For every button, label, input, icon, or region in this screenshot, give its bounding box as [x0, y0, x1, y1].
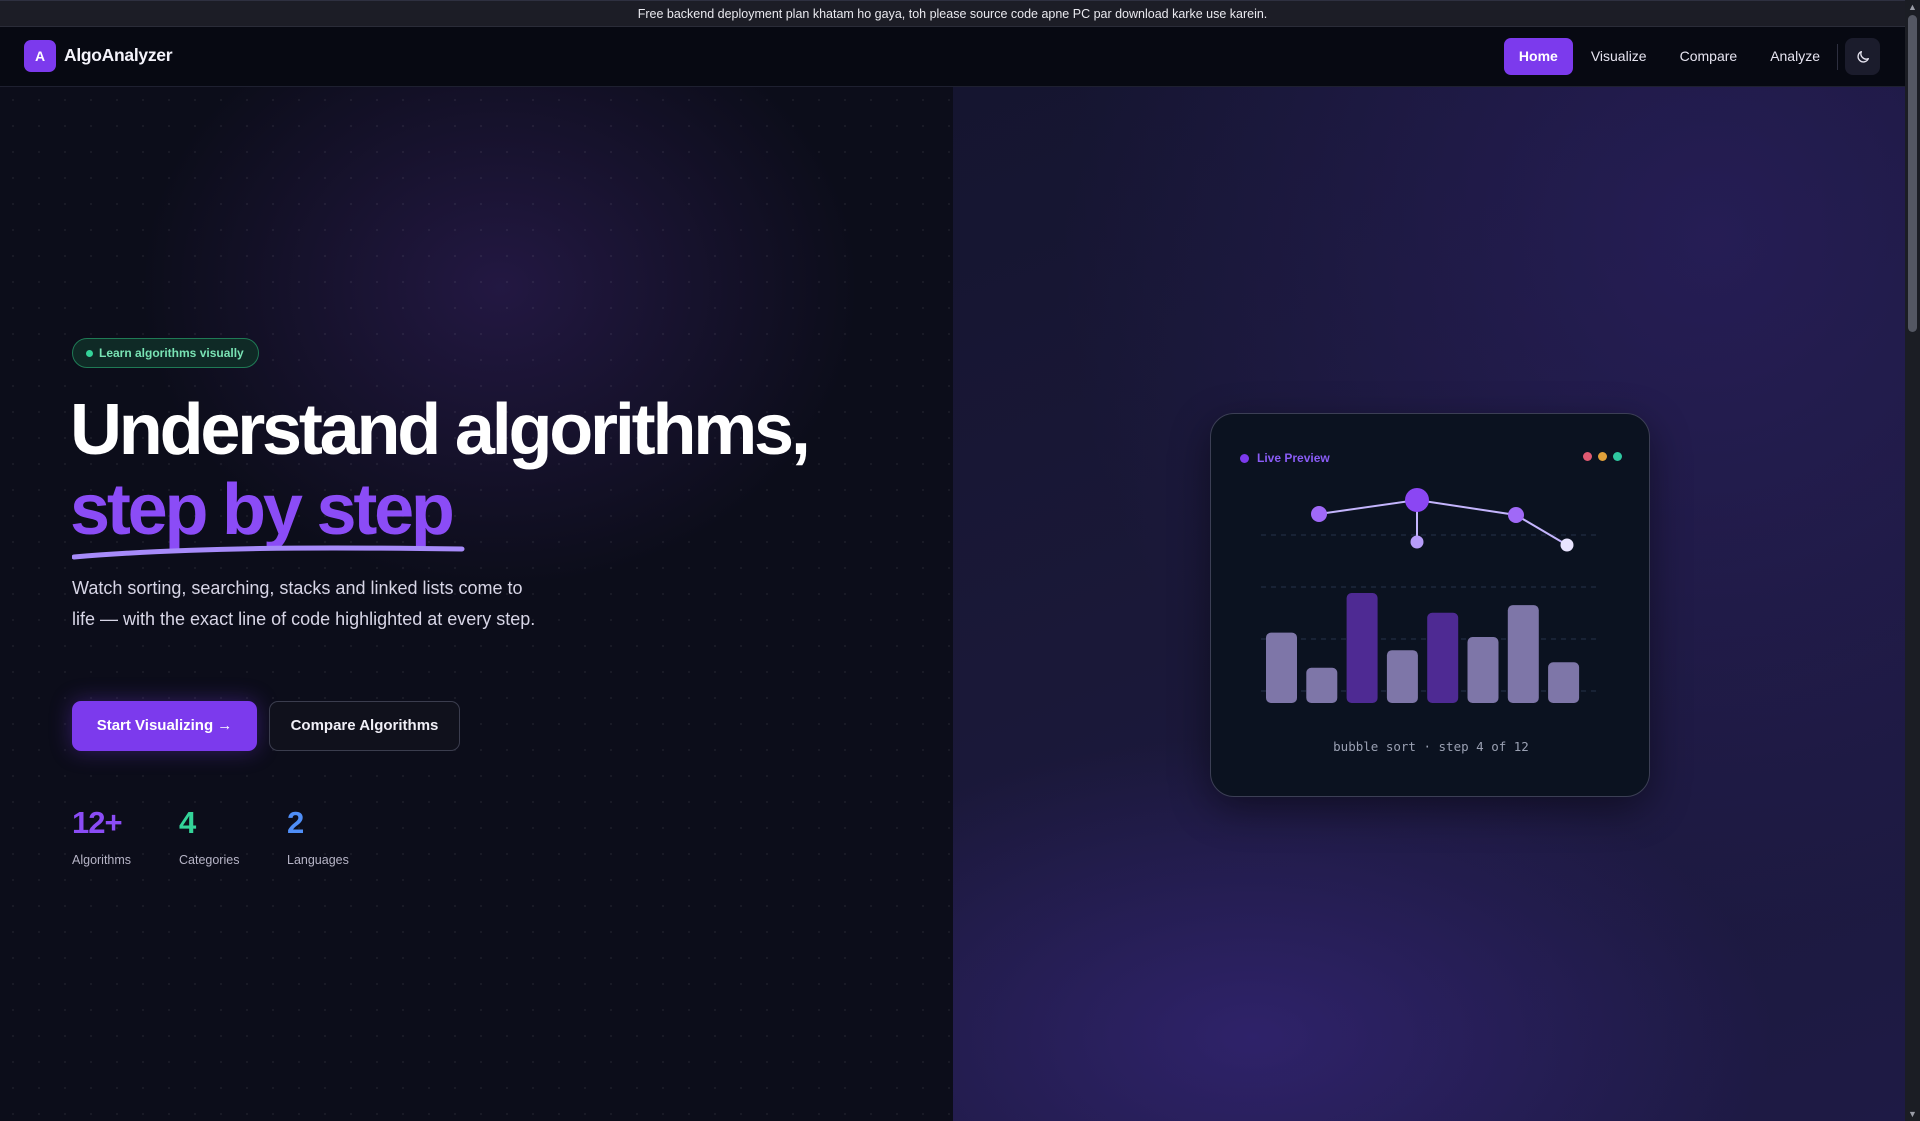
- nav-divider: [1837, 44, 1838, 70]
- scroll-down-arrow-icon[interactable]: ▼: [1905, 1107, 1920, 1121]
- start-visualizing-button[interactable]: Start Visualizing →: [72, 701, 257, 751]
- theme-toggle-button[interactable]: [1845, 38, 1880, 75]
- stat-categories: 4 Categories: [179, 805, 239, 867]
- tree-graphic: [1311, 488, 1574, 552]
- badge-dot-icon: [86, 350, 93, 357]
- hero-title-highlight: step by step: [70, 470, 455, 550]
- stat-label: Languages: [287, 853, 349, 867]
- announcement-banner: Free backend deployment plan khatam ho g…: [0, 0, 1905, 27]
- hero-title: Understand algorithms,: [70, 390, 811, 470]
- window-dot-yellow-icon: [1598, 452, 1607, 461]
- live-preview-card: Live Preview bubble sort · step 4 of 12: [1210, 413, 1650, 797]
- hero-badge: Learn algorithms visually: [72, 338, 259, 368]
- array-bar: [1467, 637, 1499, 703]
- main-nav: Home Visualize Compare Analyze: [1501, 38, 1835, 75]
- array-bar: [1507, 605, 1539, 703]
- preview-caption: bubble sort · step 4 of 12: [1333, 739, 1529, 754]
- stat-value: 2: [287, 805, 304, 840]
- window-dot-green-icon: [1613, 452, 1622, 461]
- stat-algorithms: 12+ Algorithms: [72, 805, 131, 867]
- vertical-scrollbar[interactable]: ▲ ▼: [1905, 0, 1920, 1121]
- brand-name[interactable]: AlgoAnalyzer: [64, 45, 173, 66]
- compare-algorithms-button[interactable]: Compare Algorithms: [269, 701, 460, 751]
- title-underline-decoration: [72, 545, 465, 560]
- preview-title: Live Preview: [1257, 451, 1330, 465]
- nav-home[interactable]: Home: [1503, 38, 1573, 75]
- stat-value: 4: [179, 805, 196, 840]
- stat-value: 12+: [72, 805, 123, 840]
- array-bar: [1427, 612, 1459, 703]
- hero-subtitle: Watch sorting, searching, stacks and lin…: [72, 578, 536, 629]
- hero-right-panel: Live Preview bubble sort · step 4 of 12: [953, 87, 1905, 1121]
- tree-node: [1311, 506, 1327, 522]
- array-bar: [1346, 593, 1378, 703]
- top-navbar: A AlgoAnalyzer Home Visualize Compare An…: [0, 27, 1905, 87]
- bar-chart: [1266, 593, 1580, 703]
- tree-node: [1560, 538, 1574, 552]
- hero-left-panel: Learn algorithms visually Understand alg…: [0, 87, 953, 1121]
- array-bar: [1266, 632, 1297, 703]
- tree-node: [1410, 535, 1424, 549]
- array-bar: [1306, 667, 1338, 703]
- tree-edges: [1318, 498, 1568, 546]
- array-bar: [1386, 650, 1418, 703]
- scroll-up-arrow-icon[interactable]: ▲: [1905, 0, 1920, 14]
- scroll-thumb[interactable]: [1908, 15, 1917, 332]
- live-indicator-icon: [1240, 454, 1249, 463]
- nav-visualize[interactable]: Visualize: [1576, 38, 1662, 75]
- moon-icon: [1856, 50, 1869, 63]
- nav-compare[interactable]: Compare: [1665, 38, 1753, 75]
- tree-node-root: [1405, 488, 1429, 512]
- stat-languages: 2 Languages: [287, 805, 349, 867]
- window-dot-red-icon: [1583, 452, 1592, 461]
- logo-icon[interactable]: A: [24, 40, 56, 72]
- nav-analyze[interactable]: Analyze: [1755, 38, 1835, 75]
- page: Free backend deployment plan khatam ho g…: [0, 0, 1905, 1121]
- stat-label: Algorithms: [72, 853, 132, 867]
- tree-node: [1508, 507, 1524, 523]
- stat-label: Categories: [179, 853, 240, 867]
- array-bar: [1548, 662, 1580, 703]
- hero-badge-label: Learn algorithms visually: [99, 346, 244, 360]
